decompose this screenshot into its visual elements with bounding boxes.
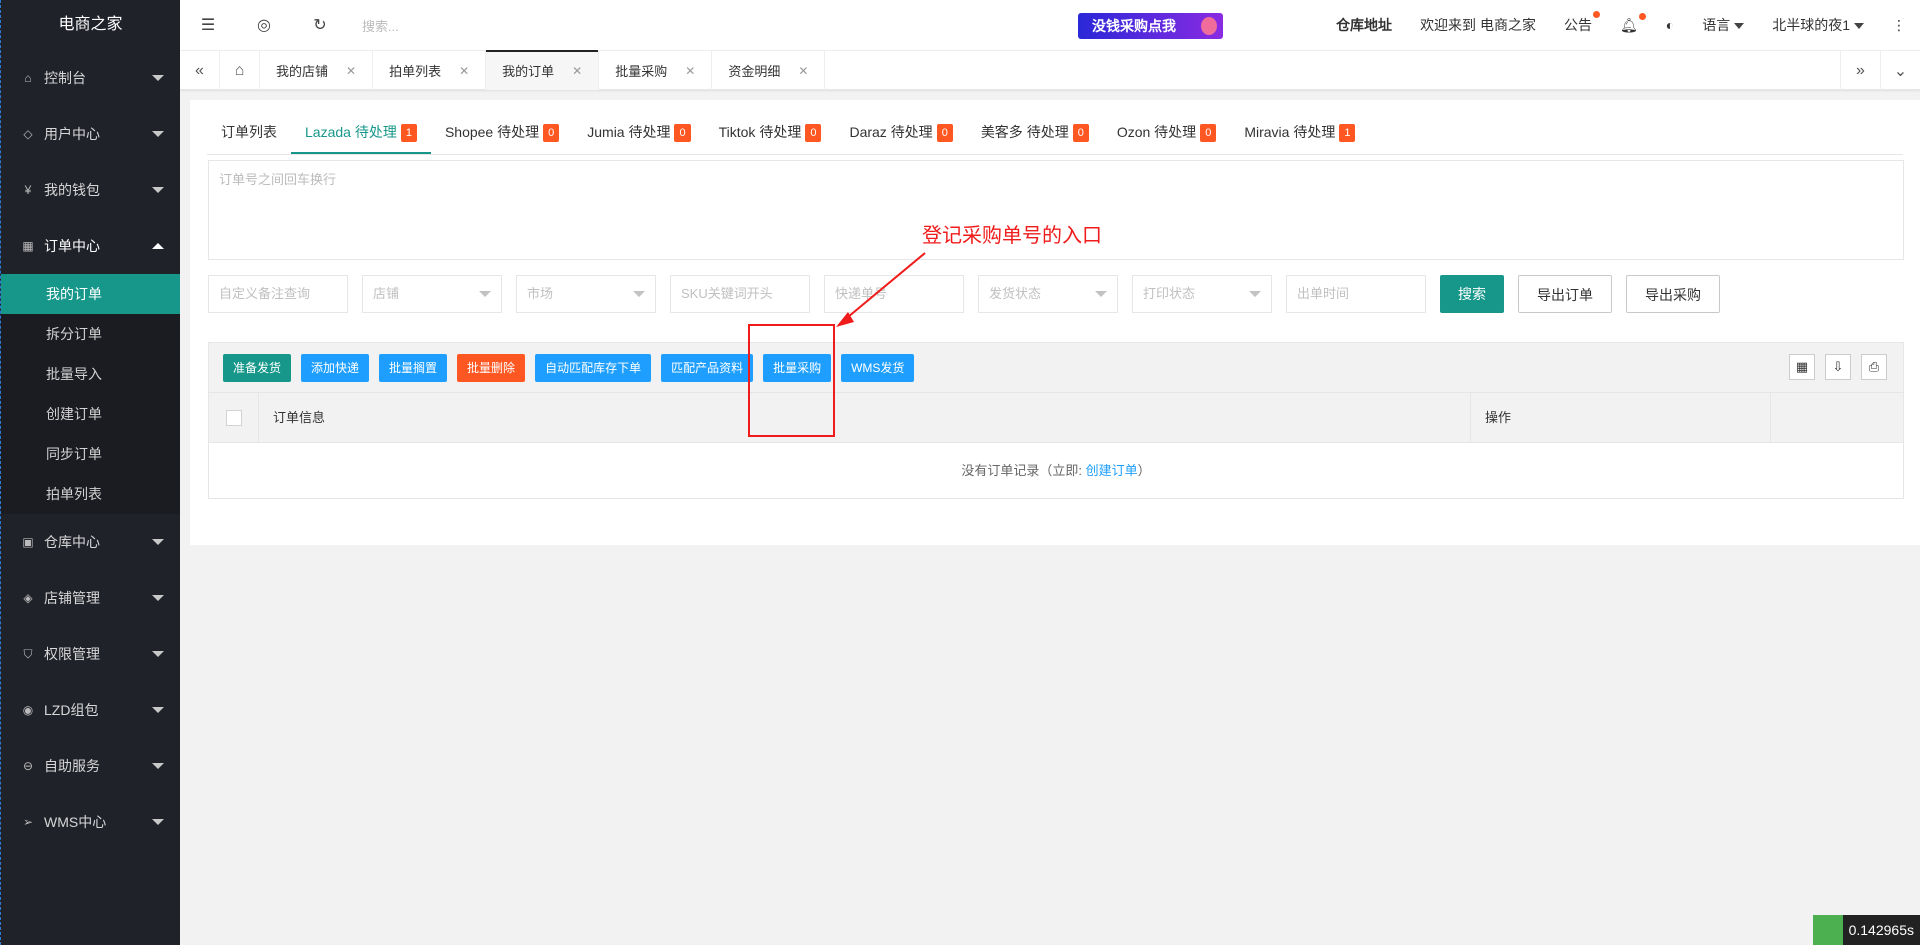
annotation-arrow xyxy=(836,252,926,327)
annotation-label: 登记采购单号的入口 xyxy=(922,225,1102,247)
leaf-logo-icon xyxy=(1812,915,1843,945)
annotation-highlight-box xyxy=(748,324,835,437)
timer-widget: 0.142965s xyxy=(1812,915,1920,945)
timer-value: 0.142965s xyxy=(1848,922,1914,938)
